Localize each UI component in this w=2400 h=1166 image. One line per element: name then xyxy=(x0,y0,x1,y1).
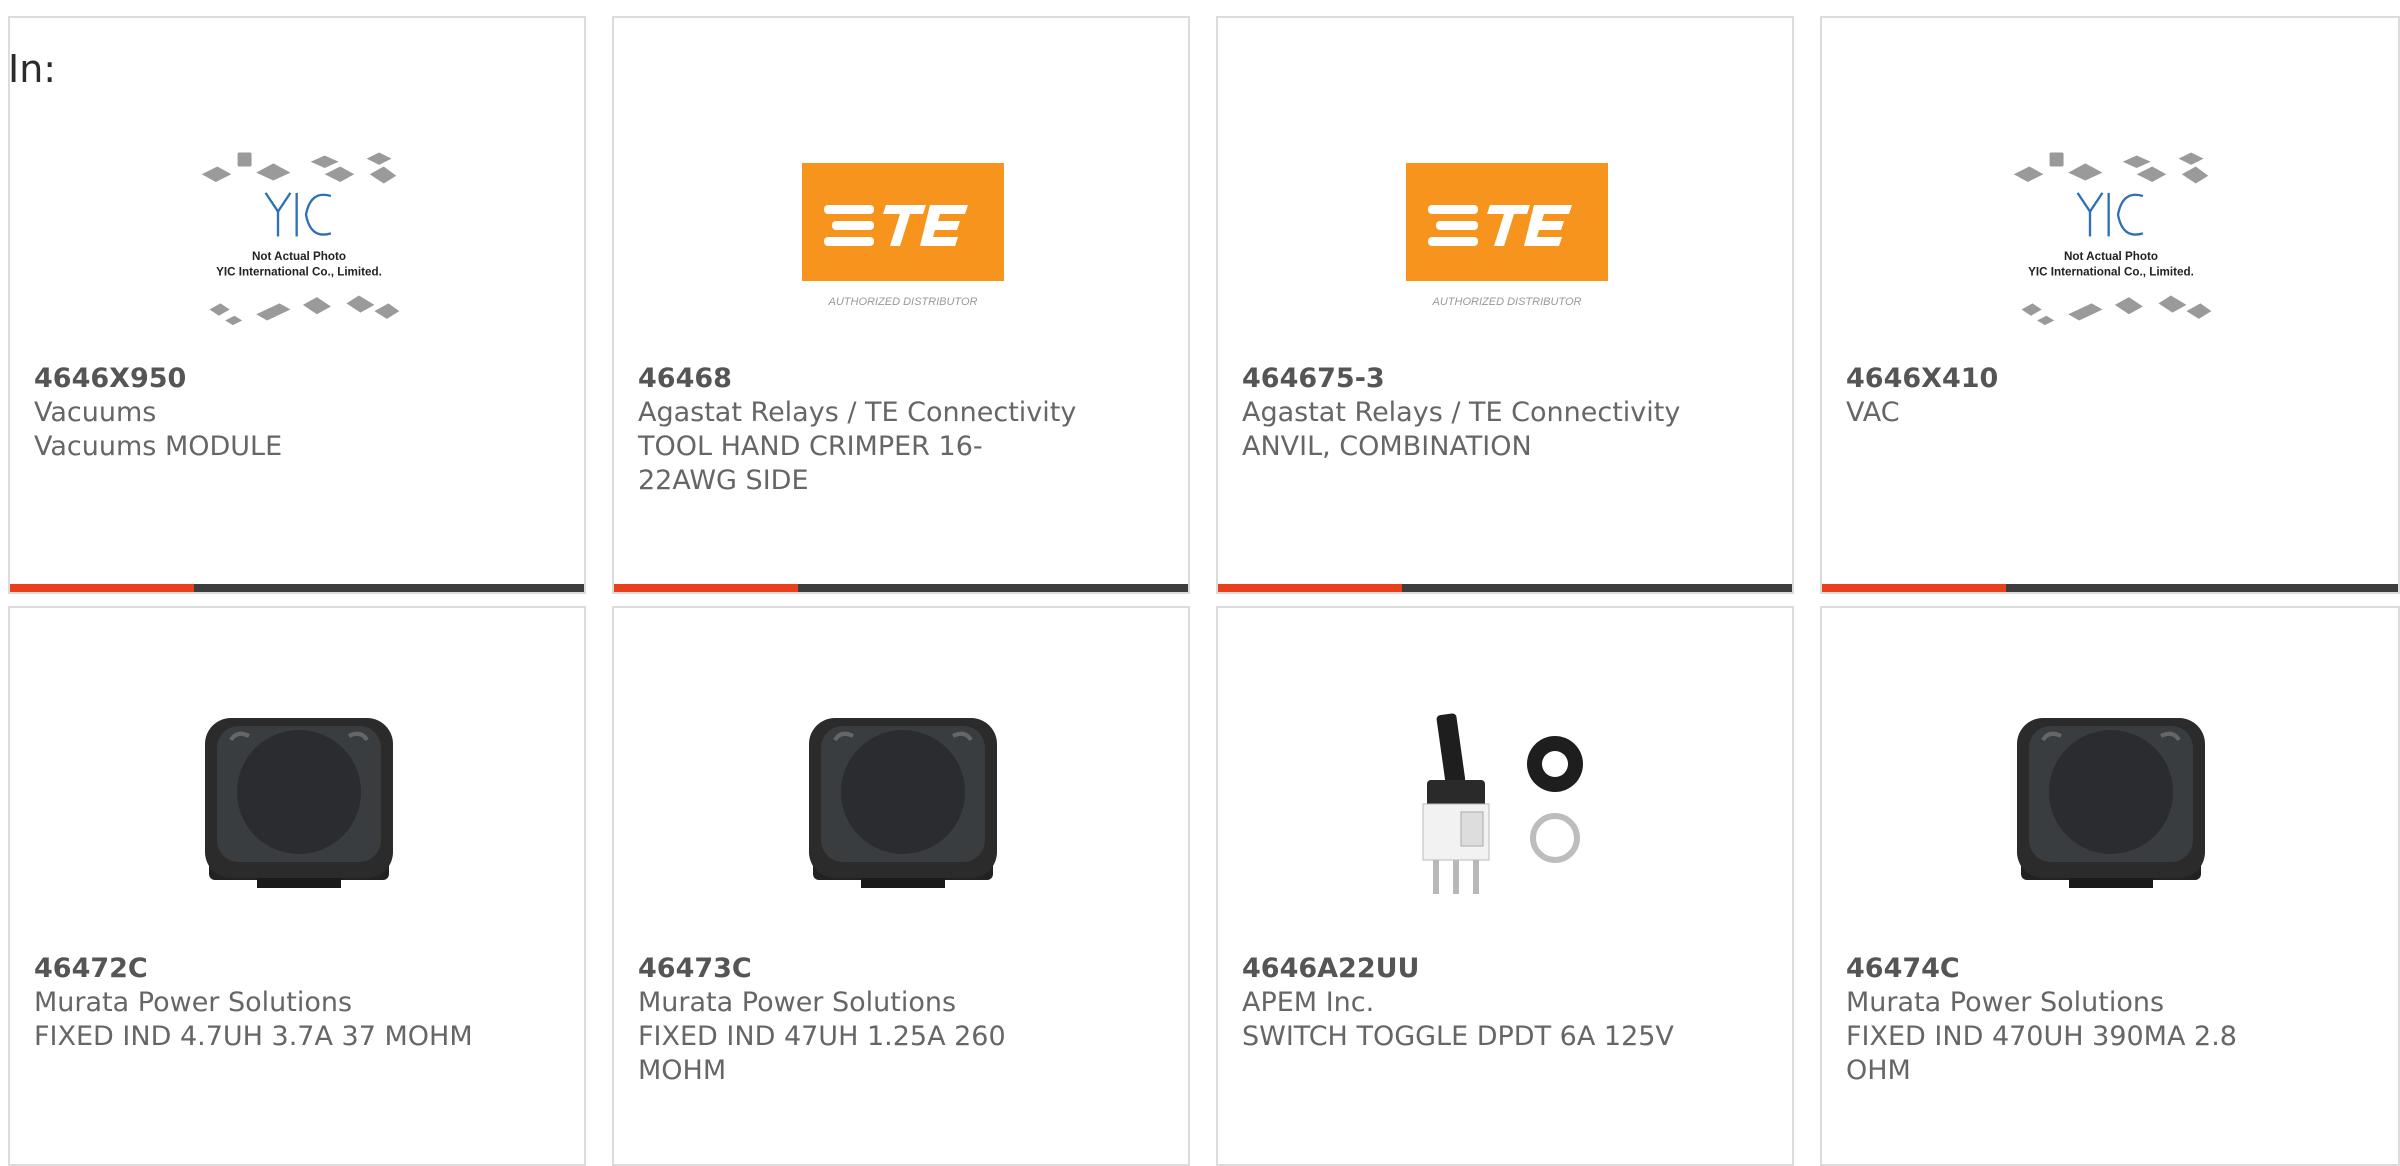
product-card[interactable]: 46474C Murata Power Solutions FIXED IND … xyxy=(1820,606,2400,1166)
manufacturer: VAC xyxy=(1846,397,1900,428)
card-bottom-bar xyxy=(614,584,1188,592)
description: TOOL HAND CRIMPER 16-22AWG SIDE xyxy=(638,431,983,496)
description: ANVIL, COMBINATION xyxy=(1242,431,1532,462)
description: Vacuums MODULE xyxy=(34,431,283,462)
card-bottom-bar xyxy=(1822,584,2398,592)
part-number-link[interactable]: 46474C xyxy=(1846,952,2378,986)
manufacturer: Murata Power Solutions xyxy=(638,987,957,1018)
svg-text:Not Actual Photo: Not Actual Photo xyxy=(252,250,346,263)
inductor-icon xyxy=(205,718,393,888)
description: SWITCH TOGGLE DPDT 6A 125V xyxy=(1242,1021,1674,1052)
svg-text:YIC International Co., Limited: YIC International Co., Limited. xyxy=(216,265,382,278)
svg-text:YIC International Co., Limited: YIC International Co., Limited. xyxy=(2028,265,2194,278)
product-card[interactable]: AUTHORIZED DISTRIBUTOR 464675-3 Agastat … xyxy=(1216,16,1794,594)
inductor-icon xyxy=(2017,718,2205,888)
manufacturer: Agastat Relays / TE Connectivity xyxy=(1242,397,1681,428)
part-number-link[interactable]: 4646X410 xyxy=(1846,362,2378,396)
svg-text:AUTHORIZED DISTRIBUTOR: AUTHORIZED DISTRIBUTOR xyxy=(828,296,978,308)
te-logo-icon: AUTHORIZED DISTRIBUTOR xyxy=(802,163,1004,308)
manufacturer: Murata Power Solutions xyxy=(1846,987,2165,1018)
product-image[interactable] xyxy=(798,674,1008,930)
description: FIXED IND 470UH 390MA 2.8 OHM xyxy=(1846,1021,2237,1086)
product-card[interactable]: 4646A22UU APEM Inc. SWITCH TOGGLE DPDT 6… xyxy=(1216,606,1794,1166)
svg-text:AUTHORIZED DISTRIBUTOR: AUTHORIZED DISTRIBUTOR xyxy=(1432,296,1582,308)
card-accent xyxy=(10,584,194,592)
card-accent xyxy=(1822,584,2006,592)
product-image[interactable] xyxy=(1402,674,1612,930)
card-accent xyxy=(1218,584,1402,592)
product-image[interactable] xyxy=(194,674,404,930)
part-number-link[interactable]: 4646A22UU xyxy=(1242,952,1772,986)
part-number-link[interactable]: 46473C xyxy=(638,952,1168,986)
manufacturer: Murata Power Solutions xyxy=(34,987,353,1018)
te-logo-icon: AUTHORIZED DISTRIBUTOR xyxy=(1406,163,1608,308)
product-card[interactable]: 46473C Murata Power Solutions FIXED IND … xyxy=(612,606,1190,1166)
manufacturer: Agastat Relays / TE Connectivity xyxy=(638,397,1077,428)
product-card[interactable]: 46472C Murata Power Solutions FIXED IND … xyxy=(8,606,586,1166)
toggle-switch-icon xyxy=(1422,713,1583,894)
product-image[interactable]: AUTHORIZED DISTRIBUTOR xyxy=(798,118,1008,358)
description: FIXED IND 47UH 1.25A 260 MOHM xyxy=(638,1021,1006,1086)
svg-text:Not Actual Photo: Not Actual Photo xyxy=(2064,250,2158,263)
yic-placeholder-icon: Not Actual Photo YIC International Co., … xyxy=(201,152,400,326)
card-bottom-bar xyxy=(10,584,584,592)
product-card[interactable]: Not Actual Photo YIC International Co., … xyxy=(1820,16,2400,594)
card-bottom-bar xyxy=(1218,584,1792,592)
product-image[interactable] xyxy=(2006,674,2216,930)
manufacturer: APEM Inc. xyxy=(1242,987,1375,1018)
product-image[interactable]: Not Actual Photo YIC International Co., … xyxy=(194,118,404,358)
yic-placeholder-icon: Not Actual Photo YIC International Co., … xyxy=(2013,152,2212,326)
product-image[interactable]: Not Actual Photo YIC International Co., … xyxy=(2006,118,2216,358)
part-number-link[interactable]: 46468 xyxy=(638,362,1168,396)
part-number-link[interactable]: 464675-3 xyxy=(1242,362,1772,396)
filter-label: In: xyxy=(8,47,57,91)
manufacturer: Vacuums xyxy=(34,397,157,428)
inductor-icon xyxy=(809,718,997,888)
product-image[interactable]: AUTHORIZED DISTRIBUTOR xyxy=(1402,118,1612,358)
product-card[interactable]: Not Actual Photo YIC International Co., … xyxy=(8,16,586,594)
description: FIXED IND 4.7UH 3.7A 37 MOHM xyxy=(34,1021,473,1052)
product-card[interactable]: AUTHORIZED DISTRIBUTOR 46468 Agastat Rel… xyxy=(612,16,1190,594)
part-number-link[interactable]: 4646X950 xyxy=(34,362,564,396)
part-number-link[interactable]: 46472C xyxy=(34,952,564,986)
card-accent xyxy=(614,584,798,592)
